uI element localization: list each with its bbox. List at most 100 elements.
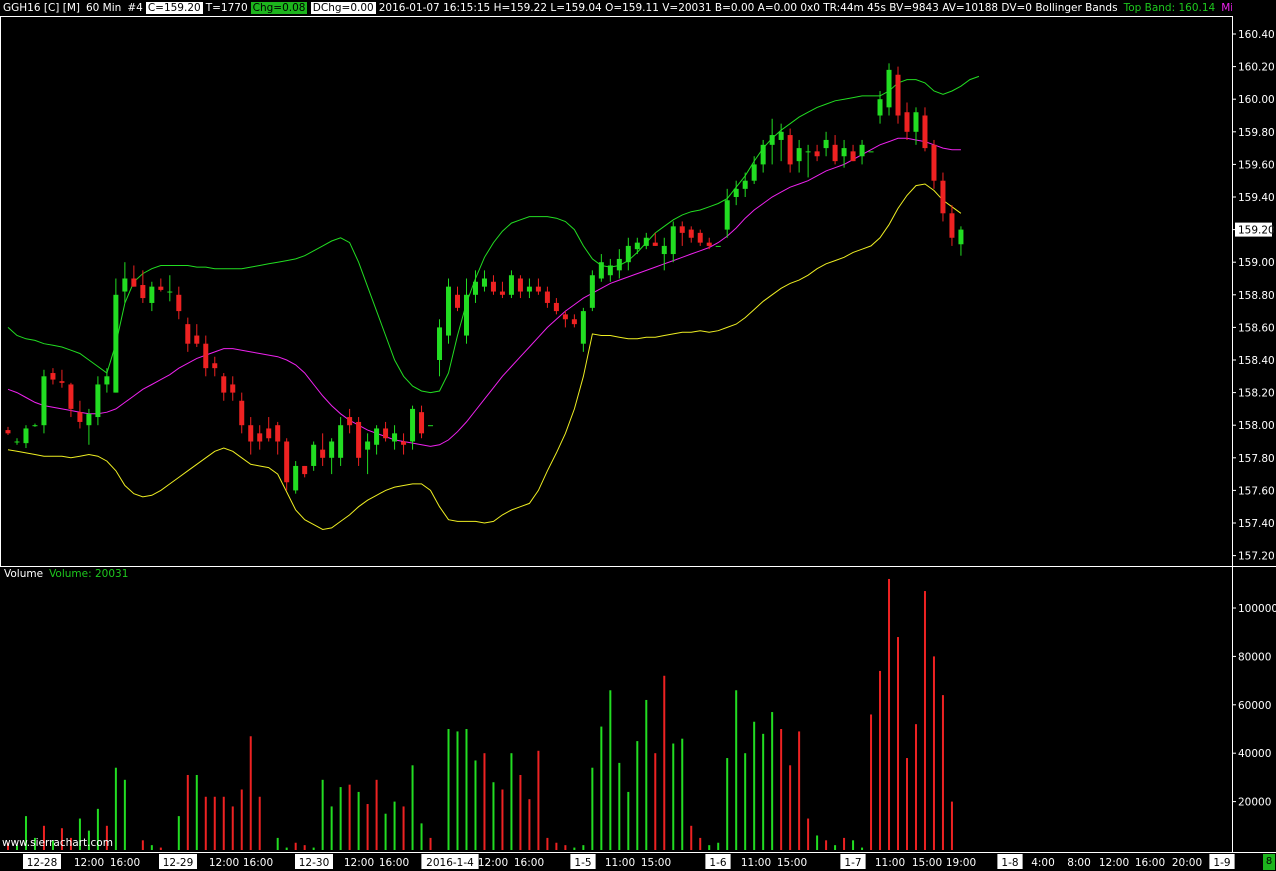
top-band-label: Top Band: 160.14 [1123, 2, 1216, 14]
candle [535, 278, 541, 295]
candle [859, 139, 865, 165]
candle-body [607, 265, 613, 276]
candle-body [203, 343, 209, 369]
candle [661, 237, 667, 271]
candle [230, 376, 236, 401]
candle [275, 421, 281, 455]
price-tick-label: 159.00 [1238, 257, 1275, 269]
volume-bar [366, 804, 369, 850]
volume-bar [357, 791, 360, 850]
candle-body [679, 226, 685, 233]
price-tick-label: 158.60 [1238, 322, 1275, 334]
candle-body [697, 232, 703, 243]
chart-canvas: 160.40 160.20 160.00 159.80 159.60 159.40 159.… [0, 16, 1276, 869]
candle-body [284, 441, 290, 483]
candle-body [661, 245, 667, 255]
volume-bar [519, 774, 522, 850]
candle [526, 278, 532, 299]
volume-bar [780, 729, 783, 850]
volume-bar [618, 762, 621, 850]
candle-body [212, 363, 218, 369]
volume-bar [159, 847, 162, 850]
candle [517, 275, 523, 299]
volume-bar [834, 845, 837, 850]
volume-bar [285, 847, 288, 850]
candle-body [940, 180, 946, 214]
time-label: 11:00 [605, 857, 635, 869]
candle [167, 275, 173, 302]
candle-body [374, 428, 380, 445]
candle-body [922, 115, 928, 149]
candle [832, 135, 838, 165]
time-label: 11:00 [875, 857, 905, 869]
volume-bar [888, 578, 891, 850]
price-axis: 160.40 160.20 160.00 159.80 159.60 159.40 159.… [1232, 29, 1275, 563]
candle-body [446, 286, 452, 336]
candle [113, 278, 119, 393]
middle-band-label: Middle Band: 1 [1221, 2, 1232, 14]
candle [68, 382, 74, 418]
candle-body [751, 164, 757, 181]
volume-bar [950, 801, 953, 850]
candle [356, 417, 362, 466]
candle-body [41, 376, 47, 426]
price-candles [5, 63, 964, 494]
candle-body [517, 278, 523, 292]
candle-body [625, 245, 631, 263]
candle [176, 286, 182, 320]
volume-tick-label: 20000 [1238, 797, 1271, 809]
candle-body [778, 131, 784, 140]
candle [679, 221, 685, 246]
candle [490, 275, 496, 295]
volume-bar [726, 758, 729, 850]
time-label: 15:00 [777, 857, 807, 869]
candle-body [499, 291, 505, 295]
candle-body [383, 428, 389, 439]
candle [446, 278, 452, 344]
volume-bar [402, 806, 405, 850]
corner-badge[interactable]: 8 [1263, 854, 1275, 870]
volume-bar [654, 753, 657, 850]
volume-bar [186, 774, 189, 850]
price-tick-label: 158.20 [1238, 388, 1275, 400]
volume-bar [690, 825, 693, 850]
candle-body [553, 302, 559, 312]
candle [922, 107, 928, 152]
candle-body [455, 294, 460, 308]
candle [706, 237, 712, 250]
candle [589, 270, 595, 312]
candle [625, 237, 631, 271]
volume-bar [204, 796, 207, 850]
candle-body [23, 428, 29, 444]
candle-body [293, 465, 299, 491]
candle [760, 139, 766, 173]
candle [302, 465, 308, 478]
candle-body [365, 441, 371, 450]
volume-bar [348, 784, 351, 850]
time-label: 16:00 [379, 857, 409, 869]
candle-body [490, 281, 496, 292]
time-label: 12-28 [27, 857, 58, 869]
candle-body [868, 151, 874, 153]
candle-body [895, 74, 901, 116]
candle [742, 172, 748, 197]
candle-body [715, 245, 721, 247]
candle [374, 425, 380, 455]
time-label: 1-5 [574, 857, 591, 869]
volume-bar [240, 789, 243, 850]
candle [580, 307, 586, 352]
candle [212, 356, 218, 377]
volume-bar [762, 733, 765, 850]
candle [239, 392, 245, 434]
candle [499, 281, 505, 299]
candle-body [113, 294, 119, 393]
candle-body [580, 311, 586, 344]
candle-body [86, 413, 92, 426]
volume-bar [771, 712, 774, 850]
candle [5, 426, 11, 435]
candle-body [131, 278, 137, 287]
price-tick-label: 157.20 [1238, 551, 1275, 563]
volume-bar [807, 818, 810, 850]
candle [544, 286, 550, 308]
volume-bar [339, 787, 342, 850]
